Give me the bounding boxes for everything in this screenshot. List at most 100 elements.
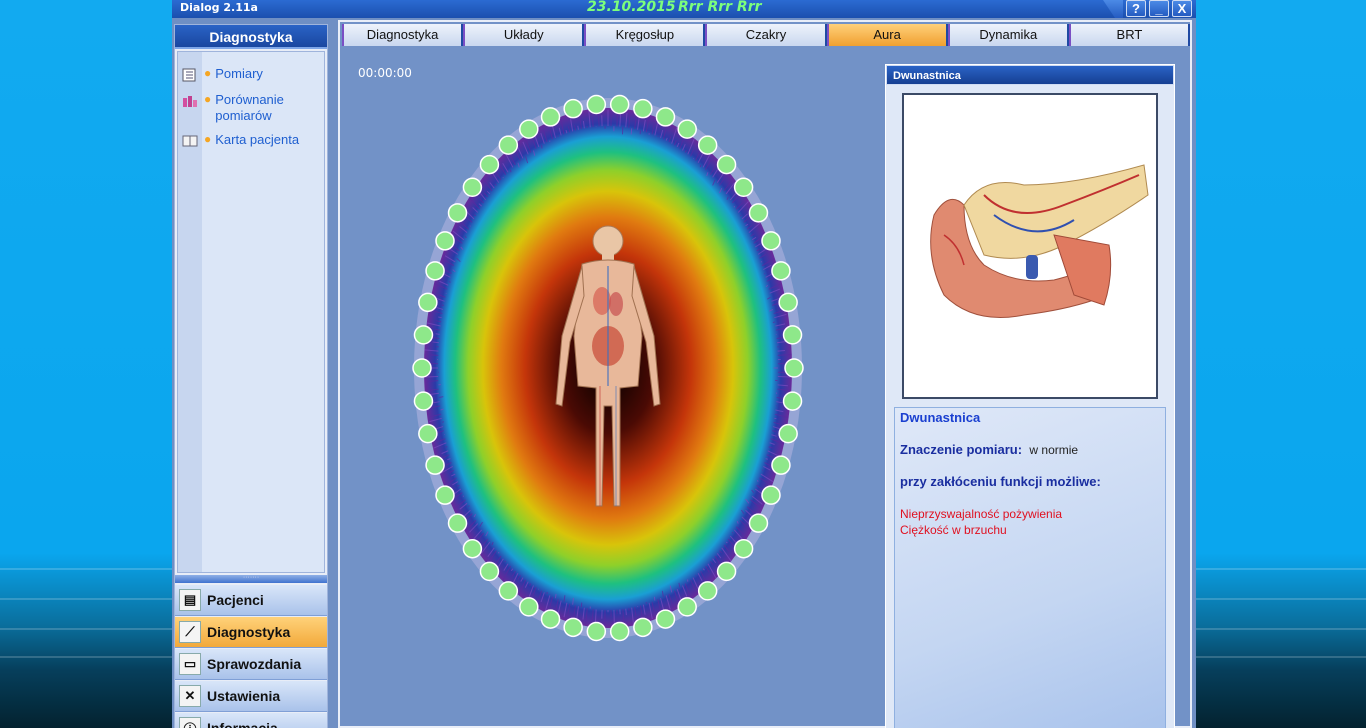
nav-label: Sprawozdania <box>207 656 302 672</box>
minimize-button[interactable]: _ <box>1149 0 1169 17</box>
aura-view <box>406 86 810 650</box>
aura-measurement-point[interactable] <box>782 391 803 411</box>
aura-measurement-point[interactable] <box>697 581 718 601</box>
aura-measurement-point[interactable] <box>677 597 697 617</box>
aura-ray <box>438 316 442 319</box>
aura-measurement-point[interactable] <box>418 423 438 444</box>
help-button[interactable]: ? <box>1126 0 1146 17</box>
nav-pacjenci[interactable]: ▤ Pacjenci <box>175 585 327 616</box>
tab-bar: Diagnostyka Układy Kręgosłup Czakry Aura… <box>342 24 1190 46</box>
aura-measurement-point[interactable] <box>479 561 500 582</box>
aura-ray <box>592 117 594 127</box>
aura-measurement-point[interactable] <box>609 94 630 115</box>
aura-ray <box>765 458 768 460</box>
aura-measurement-point[interactable] <box>655 107 676 127</box>
sidebar-link-pomiary[interactable]: ● Pomiary <box>182 66 305 82</box>
aura-measurement-point[interactable] <box>771 261 791 281</box>
aura-measurement-point[interactable] <box>563 98 583 119</box>
title-status: Rrr Rrr Rrr <box>678 0 762 15</box>
tab-kregoslup[interactable]: Kręgosłup <box>584 24 704 46</box>
sidebar-link-karta[interactable]: ● Karta pacjenta <box>182 132 305 148</box>
tab-czakry[interactable]: Czakry <box>705 24 825 46</box>
aura-measurement-point[interactable] <box>412 358 432 378</box>
aura-ray <box>777 375 790 378</box>
aura-measurement-point[interactable] <box>540 107 561 127</box>
tab-diagnostyka[interactable]: Diagnostyka <box>342 24 462 46</box>
aura-measurement-point[interactable] <box>771 455 791 475</box>
aura-measurement-point[interactable] <box>733 538 754 559</box>
aura-measurement-point[interactable] <box>479 154 500 175</box>
aura-ray <box>657 135 659 137</box>
aura-measurement-point[interactable] <box>586 621 607 642</box>
list-icon <box>182 68 198 82</box>
application-window: Dialog 2.11a 23.10.2015 Rrr Rrr Rrr ? _ … <box>172 0 1196 728</box>
measurement-value: w normie <box>1029 443 1079 457</box>
aura-measurement-point[interactable] <box>418 292 438 313</box>
aura-measurement-point[interactable] <box>748 203 769 223</box>
aura-measurement-point[interactable] <box>716 154 737 175</box>
aura-measurement-point[interactable] <box>677 119 697 139</box>
aura-measurement-point[interactable] <box>435 485 455 505</box>
aura-measurement-point[interactable] <box>563 617 583 638</box>
aura-measurement-point[interactable] <box>655 609 676 629</box>
info-icon: ⓘ <box>179 717 201 728</box>
aura-measurement-point[interactable] <box>697 135 718 155</box>
aura-measurement-point[interactable] <box>633 617 653 638</box>
nav-diagnostyka[interactable]: ⟋ Diagnostyka <box>175 617 327 648</box>
nav-sprawozdania[interactable]: ▭ Sprawozdania <box>175 649 327 680</box>
tab-dynamika[interactable]: Dynamika <box>947 24 1067 46</box>
aura-measurement-point[interactable] <box>519 597 539 617</box>
nav-informacja[interactable]: ⓘ Informacja <box>175 713 327 728</box>
aura-measurement-point[interactable] <box>782 325 803 345</box>
sidebar: Diagnostyka ● Pomiary ● Porównanie pomia… <box>174 24 328 728</box>
aura-ray <box>425 375 439 378</box>
close-button[interactable]: X <box>1172 0 1192 17</box>
aura-measurement-point[interactable] <box>425 455 445 475</box>
aura-measurement-point[interactable] <box>761 231 781 251</box>
aura-measurement-point[interactable] <box>447 203 468 223</box>
titlebar-decoration <box>1103 0 1123 18</box>
aura-ray <box>725 541 728 544</box>
sidebar-splitter[interactable]: ······· <box>175 574 327 583</box>
aura-measurement-point[interactable] <box>425 261 445 281</box>
patients-icon: ▤ <box>179 589 201 611</box>
aura-measurement-point[interactable] <box>435 231 455 251</box>
organ-info-panel: Dwunastnica Dwunastnica Znaczenie pomiar… <box>885 64 1175 728</box>
aura-measurement-point[interactable] <box>778 423 798 444</box>
bullet-icon: ● <box>204 92 212 106</box>
bullet-icon: ● <box>204 66 212 80</box>
app-title: Dialog 2.11a <box>180 1 258 14</box>
aura-measurement-point[interactable] <box>748 513 769 533</box>
aura-measurement-point[interactable] <box>413 391 434 411</box>
aura-measurement-point[interactable] <box>498 581 519 601</box>
possible-row: przy zakłóceniu funkcji możliwe: <box>900 474 1160 490</box>
aura-measurement-point[interactable] <box>609 621 630 642</box>
aura-measurement-point[interactable] <box>784 358 804 378</box>
aura-measurement-point[interactable] <box>413 325 434 345</box>
aura-measurement-point[interactable] <box>716 561 737 582</box>
book-icon <box>182 134 198 148</box>
organ-name: Dwunastnica <box>900 410 981 425</box>
nav-label: Pacjenci <box>207 592 264 608</box>
printer-icon: ▭ <box>179 653 201 675</box>
sidebar-link-porownanie[interactable]: ● Porównanie pomiarów <box>182 92 305 124</box>
tab-aura[interactable]: Aura <box>826 24 946 46</box>
aura-ray <box>554 593 557 599</box>
aura-measurement-point[interactable] <box>733 177 754 198</box>
aura-measurement-point[interactable] <box>540 609 561 629</box>
aura-measurement-point[interactable] <box>519 119 539 139</box>
aura-measurement-point[interactable] <box>462 177 483 198</box>
tools-icon: ✕ <box>179 685 201 707</box>
aura-measurement-point[interactable] <box>633 98 653 119</box>
tab-brt[interactable]: BRT <box>1068 24 1188 46</box>
aura-measurement-point[interactable] <box>778 292 798 313</box>
aura-ray <box>577 125 579 130</box>
organ-description: Dwunastnica Znaczenie pomiaru: w normie … <box>894 407 1166 728</box>
aura-measurement-point[interactable] <box>761 485 781 505</box>
tab-uklady[interactable]: Układy <box>463 24 583 46</box>
nav-ustawienia[interactable]: ✕ Ustawienia <box>175 681 327 712</box>
aura-measurement-point[interactable] <box>498 135 519 155</box>
aura-measurement-point[interactable] <box>462 538 483 559</box>
aura-measurement-point[interactable] <box>447 513 468 533</box>
aura-measurement-point[interactable] <box>586 94 607 115</box>
